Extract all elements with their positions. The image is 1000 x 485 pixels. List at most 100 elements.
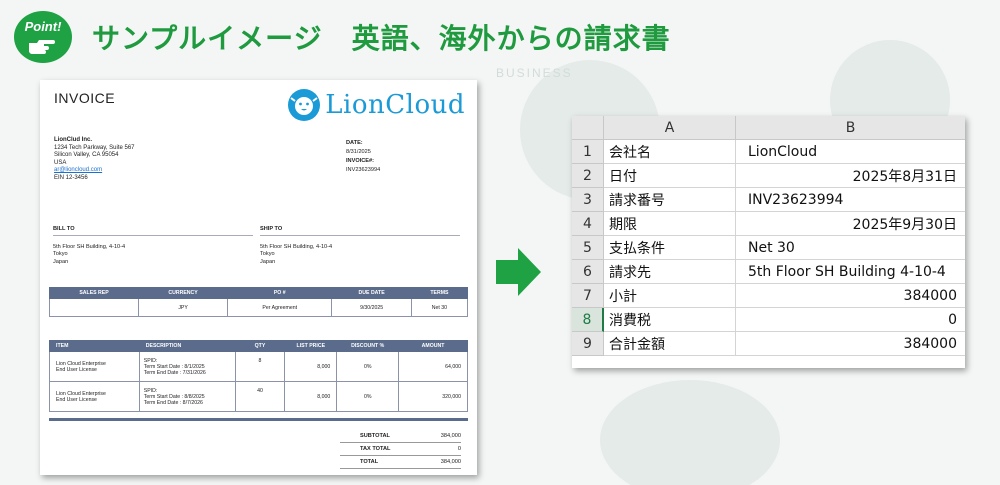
column-header: QTY [234, 340, 286, 352]
due-date-cell: 9/30/2025 [331, 298, 412, 317]
table-row: Lion Cloud Enterprise End User License S… [49, 381, 468, 412]
invoice-document: INVOICE LionCloud LionClud Inc. 1234 Tec… [40, 80, 477, 475]
description-cell: SPID: Term Start Date : 8/1/2025 Term En… [138, 351, 236, 382]
cell-b7[interactable]: 384000 [736, 284, 965, 308]
cell-a5[interactable]: 支払条件 [604, 236, 736, 260]
currency-cell: JPY [138, 298, 229, 317]
table-header-row: ITEM DESCRIPTION QTY LIST PRICE DISCOUNT… [49, 340, 468, 352]
amount-cell: 64,000 [398, 351, 468, 382]
tax-total-label: TAX TOTAL [360, 446, 391, 452]
company-name: LionClud Inc. [54, 137, 92, 143]
company-email-link[interactable]: ar@lioncloud.com [54, 167, 135, 175]
date-label: DATE: [346, 140, 363, 146]
invoice-meta: DATE: 8/31/2025 INVOICE#: INV23623994 [346, 139, 380, 175]
bill-to-line: 5th Floor SH Building, 4-10-4 [53, 243, 126, 250]
cell-b9[interactable]: 384000 [736, 332, 965, 356]
qty-cell: 40 [234, 381, 286, 412]
row-number[interactable]: 7 [572, 284, 604, 308]
ship-to-line: Tokyo [260, 251, 275, 258]
spreadsheet-rows: 1 会社名 LionCloud 2 日付 2025年8月31日 3 請求番号 I… [572, 140, 965, 356]
spreadsheet-row: 6 請求先 5th Floor SH Building 4-10-4 [572, 260, 965, 284]
subtotal-row: SUBTOTAL 384,000 [340, 430, 461, 443]
table-row: JPY Per Agreement 9/30/2025 Net 30 [48, 298, 469, 317]
bill-to-block: BILL TO 5th Floor SH Building, 4-10-4 To… [53, 226, 253, 266]
company-address-line: Silicon Valley, CA 95054 [54, 152, 119, 159]
company-logo: LionCloud [287, 88, 465, 122]
cell-a4[interactable]: 期限 [604, 212, 736, 236]
bill-to-line: Japan [53, 258, 69, 265]
column-header: SALES REP [48, 287, 140, 299]
amount-cell: 320,000 [398, 381, 468, 412]
column-header-a[interactable]: A [604, 116, 736, 140]
cell-b1[interactable]: LionCloud [736, 140, 965, 164]
column-header: DISCOUNT % [336, 340, 400, 352]
cell-a8[interactable]: 消費税 [604, 308, 736, 332]
column-header-b[interactable]: B [736, 116, 965, 140]
row-number[interactable]: 5 [572, 236, 604, 260]
lion-icon [288, 89, 321, 121]
background-word: BUSINESS [496, 66, 573, 80]
column-header: TERMS [410, 287, 469, 299]
column-header: CURRENCY [138, 287, 229, 299]
cell-b5[interactable]: Net 30 [736, 236, 965, 260]
cell-a2[interactable]: 日付 [604, 164, 736, 188]
section-divider [49, 418, 468, 421]
spreadsheet: A B 1 会社名 LionCloud 2 日付 2025年8月31日 3 請求… [572, 116, 965, 368]
column-header: PO # [227, 287, 333, 299]
spreadsheet-row: 5 支払条件 Net 30 [572, 236, 965, 260]
spreadsheet-row-active: 8 消費税 0 [572, 308, 965, 332]
invoice-line-items-table: ITEM DESCRIPTION QTY LIST PRICE DISCOUNT… [49, 340, 468, 412]
spreadsheet-row: 7 小計 384000 [572, 284, 965, 308]
column-header: AMOUNT [398, 340, 468, 352]
cell-a3[interactable]: 請求番号 [604, 188, 736, 212]
table-row: Lion Cloud Enterprise End User License S… [49, 351, 468, 382]
bill-to-label: BILL TO [53, 226, 253, 236]
spreadsheet-row: 9 合計金額 384000 [572, 332, 965, 356]
row-number[interactable]: 1 [572, 140, 604, 164]
slide-header: Point! サンプルイメージ 英語、海外からの請求書 [14, 8, 671, 66]
cell-a9[interactable]: 合計金額 [604, 332, 736, 356]
row-number[interactable]: 6 [572, 260, 604, 284]
row-number[interactable]: 3 [572, 188, 604, 212]
cell-b6[interactable]: 5th Floor SH Building 4-10-4 [736, 260, 965, 284]
ship-to-line: 5th Floor SH Building, 4-10-4 [260, 243, 333, 250]
page-title: サンプルイメージ 英語、海外からの請求書 [92, 22, 671, 55]
item-subname: End User License [56, 366, 97, 373]
list-price-cell: 8,000 [284, 351, 338, 382]
pointing-hand-icon [29, 40, 55, 54]
tax-total-value: 0 [457, 446, 461, 452]
point-badge-label: Point! [24, 19, 62, 34]
ship-to-line: Japan [260, 258, 276, 265]
column-header: ITEM [49, 340, 140, 352]
row-number[interactable]: 4 [572, 212, 604, 236]
invoice-number: INV23623994 [346, 167, 381, 173]
item-cell: Lion Cloud Enterprise End User License [49, 351, 140, 382]
ship-to-block: SHIP TO 5th Floor SH Building, 4-10-4 To… [260, 226, 460, 266]
total-label: TOTAL [360, 459, 379, 465]
bill-to-line: Tokyo [53, 251, 68, 258]
cell-b2[interactable]: 2025年8月31日 [736, 164, 965, 188]
description-line: Term End Date : 7/31/2026 [143, 369, 206, 376]
cell-b3[interactable]: INV23623994 [736, 188, 965, 212]
cell-b4[interactable]: 2025年9月30日 [736, 212, 965, 236]
item-subname: End User License [56, 396, 97, 403]
company-ein: EIN 12-3456 [54, 174, 88, 181]
tax-total-row: TAX TOTAL 0 [340, 443, 461, 456]
select-all-corner[interactable] [572, 116, 604, 140]
spreadsheet-row: 2 日付 2025年8月31日 [572, 164, 965, 188]
discount-cell: 0% [336, 351, 400, 382]
point-badge: Point! [14, 11, 72, 63]
background-circle [600, 380, 780, 485]
row-number[interactable]: 2 [572, 164, 604, 188]
invoice-title: INVOICE [54, 90, 116, 106]
invoice-date: 8/31/2025 [346, 149, 371, 155]
company-address: LionClud Inc. 1234 Tech Parkway, Suite 5… [54, 137, 135, 183]
row-number[interactable]: 8 [572, 308, 604, 332]
row-number[interactable]: 9 [572, 332, 604, 356]
cell-a6[interactable]: 請求先 [604, 260, 736, 284]
cell-a1[interactable]: 会社名 [604, 140, 736, 164]
cell-b8[interactable]: 0 [736, 308, 965, 332]
cell-a7[interactable]: 小計 [604, 284, 736, 308]
list-price-cell: 8,000 [284, 381, 338, 412]
spreadsheet-row: 1 会社名 LionCloud [572, 140, 965, 164]
